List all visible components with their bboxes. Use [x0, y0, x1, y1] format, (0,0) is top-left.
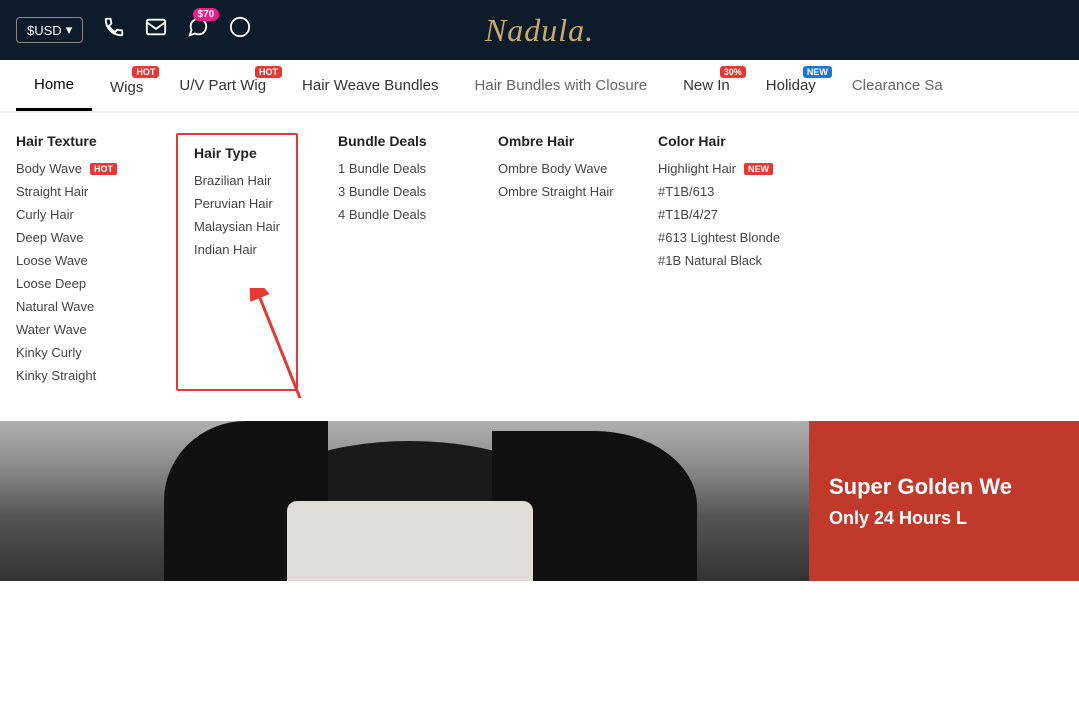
- nav-item-hair-bundles-closure[interactable]: Hair Bundles with Closure: [457, 60, 666, 112]
- dropdown-item-loose-deep[interactable]: Loose Deep: [16, 276, 136, 291]
- dropdown-menu: Hair Texture Body Wave HOT Straight Hair…: [0, 112, 1079, 421]
- site-logo[interactable]: Nadula.: [485, 12, 594, 49]
- nav-item-home[interactable]: Home: [16, 60, 92, 112]
- dropdown-item-ombre-straight[interactable]: Ombre Straight Hair: [498, 184, 618, 199]
- whatsapp-badge: $70: [193, 8, 220, 21]
- top-bar: $USD ▾ $70 Nadula.: [0, 0, 1079, 60]
- wigs-hot-badge: HOT: [132, 66, 159, 78]
- dropdown-item-ombre-body[interactable]: Ombre Body Wave: [498, 161, 618, 176]
- currency-chevron: ▾: [66, 22, 73, 38]
- dropdown-item-loose-wave[interactable]: Loose Wave: [16, 253, 136, 268]
- nav-item-hair-weave-bundles[interactable]: Hair Weave Bundles: [284, 60, 456, 112]
- dropdown-item-kinky-curly[interactable]: Kinky Curly: [16, 345, 136, 360]
- hero-title: Super Golden We: [829, 474, 1059, 500]
- dropdown-item-highlight[interactable]: Highlight Hair NEW: [658, 161, 780, 176]
- bundle-deals-col: Bundle Deals 1 Bundle Deals 3 Bundle Dea…: [338, 133, 458, 391]
- email-icon[interactable]: [145, 16, 167, 44]
- dropdown-item-613-blonde[interactable]: #613 Lightest Blonde: [658, 230, 780, 245]
- hair-texture-header: Hair Texture: [16, 133, 136, 149]
- dropdown-item-body-wave[interactable]: Body Wave HOT: [16, 161, 136, 176]
- color-hair-col: Color Hair Highlight Hair NEW #T1B/613 #…: [658, 133, 780, 391]
- dropdown-item-deep-wave[interactable]: Deep Wave: [16, 230, 136, 245]
- body-wave-hot-badge: HOT: [90, 163, 117, 175]
- dropdown-item-curly-hair[interactable]: Curly Hair: [16, 207, 136, 222]
- uv-hot-badge: HOT: [255, 66, 282, 78]
- ombre-hair-col: Ombre Hair Ombre Body Wave Ombre Straigh…: [498, 133, 618, 391]
- hero-image: [0, 421, 820, 581]
- whatsapp-icon[interactable]: $70: [187, 16, 209, 44]
- holiday-new-badge: NEW: [803, 66, 832, 78]
- nav-item-uv-part-wig[interactable]: HOT U/V Part Wig: [161, 60, 284, 112]
- nav-item-holiday[interactable]: NEW Holiday: [748, 60, 834, 112]
- nav-item-wigs[interactable]: HOT Wigs: [92, 60, 161, 112]
- dropdown-item-t1b-613[interactable]: #T1B/613: [658, 184, 780, 199]
- dropdown-item-3-bundle[interactable]: 3 Bundle Deals: [338, 184, 458, 199]
- dropdown-item-water-wave[interactable]: Water Wave: [16, 322, 136, 337]
- dropdown-item-malaysian[interactable]: Malaysian Hair: [194, 219, 280, 234]
- annotation-arrow: [240, 288, 320, 411]
- dropdown-item-1b-black[interactable]: #1B Natural Black: [658, 253, 780, 268]
- currency-button[interactable]: $USD ▾: [16, 17, 83, 43]
- phone-icon[interactable]: [103, 16, 125, 44]
- color-hair-header: Color Hair: [658, 133, 780, 149]
- dropdown-item-peruvian[interactable]: Peruvian Hair: [194, 196, 280, 211]
- hero-section: Super Golden We Only 24 Hours L: [0, 421, 1079, 581]
- chat-icon[interactable]: [229, 16, 251, 44]
- nav-item-new-in[interactable]: 30% New In: [665, 60, 748, 112]
- hero-subtitle: Only 24 Hours L: [829, 508, 1059, 529]
- new-in-pct-badge: 30%: [720, 66, 746, 78]
- top-icons: $70: [103, 16, 251, 44]
- bundle-deals-header: Bundle Deals: [338, 133, 458, 149]
- dropdown-item-brazilian[interactable]: Brazilian Hair: [194, 173, 280, 188]
- currency-label: $USD: [27, 23, 62, 38]
- dropdown-item-straight-hair[interactable]: Straight Hair: [16, 184, 136, 199]
- dropdown-item-indian[interactable]: Indian Hair: [194, 242, 280, 257]
- highlight-new-badge: NEW: [744, 163, 773, 175]
- nav-item-clearance[interactable]: Clearance Sa: [834, 60, 961, 112]
- ombre-hair-header: Ombre Hair: [498, 133, 618, 149]
- dropdown-item-kinky-straight[interactable]: Kinky Straight: [16, 368, 136, 383]
- hero-text: Super Golden We Only 24 Hours L: [809, 421, 1079, 581]
- dropdown-item-1-bundle[interactable]: 1 Bundle Deals: [338, 161, 458, 176]
- dropdown-item-t1b-4-27[interactable]: #T1B/4/27: [658, 207, 780, 222]
- dropdown-item-natural-wave[interactable]: Natural Wave: [16, 299, 136, 314]
- nav-bar: Home HOT Wigs HOT U/V Part Wig Hair Weav…: [0, 60, 1079, 112]
- hair-type-header: Hair Type: [194, 145, 280, 161]
- hair-texture-col: Hair Texture Body Wave HOT Straight Hair…: [16, 133, 136, 391]
- dropdown-item-4-bundle[interactable]: 4 Bundle Deals: [338, 207, 458, 222]
